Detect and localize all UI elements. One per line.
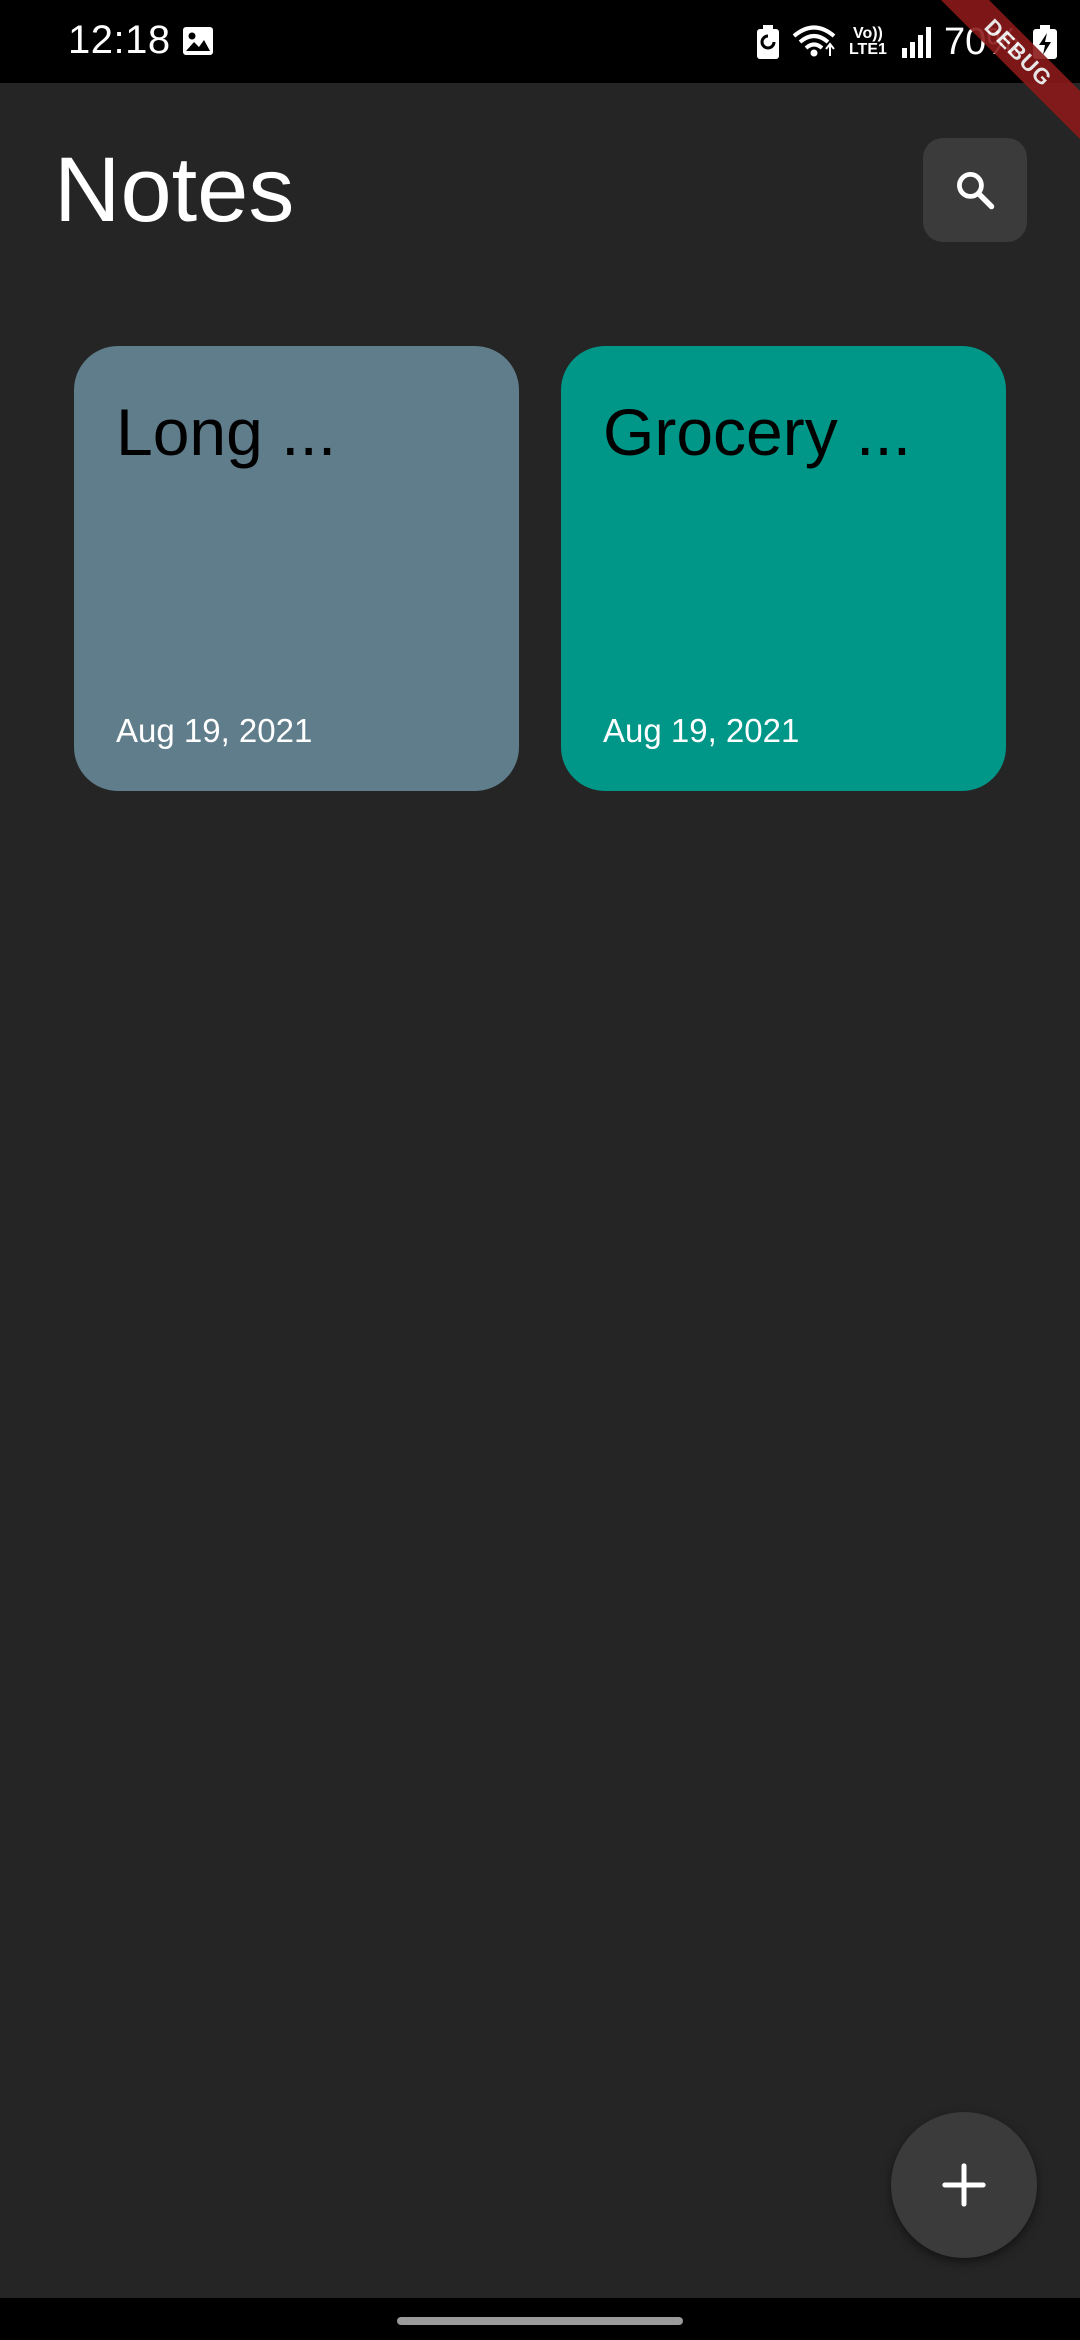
battery-charging-icon [1033, 25, 1057, 59]
add-note-button[interactable] [891, 2112, 1037, 2258]
battery-saver-icon [756, 25, 779, 59]
search-button[interactable] [923, 138, 1027, 242]
battery-percentage: 70% [943, 20, 1020, 63]
search-icon [957, 172, 995, 210]
status-time: 12:18 [68, 18, 171, 62]
note-card[interactable]: Long ... Aug 19, 2021 [74, 346, 519, 791]
image-notification-icon [183, 27, 213, 55]
add-icon [942, 2163, 986, 2207]
note-date: Aug 19, 2021 [603, 712, 800, 749]
status-right-group: Vo)) LTE1 70% [754, 18, 1060, 66]
note-card[interactable]: Grocery ... Aug 19, 2021 [561, 346, 1006, 791]
note-title: Long ... [116, 395, 337, 469]
home-gesture-handle[interactable] [397, 2317, 683, 2325]
status-bar: 12:18 Vo)) LTE1 70% [0, 0, 1080, 83]
wifi-icon [792, 25, 836, 57]
note-date: Aug 19, 2021 [116, 712, 313, 749]
page-title: Notes [54, 139, 295, 241]
navigation-bar [0, 2298, 1080, 2340]
volte-line2: LTE1 [848, 41, 887, 58]
volte-line1: Vo)) [852, 25, 883, 42]
notes-screen: 12:18 Vo)) LTE1 70% DEBUG Notes Long ...… [0, 0, 1080, 2340]
note-title: Grocery ... [603, 395, 912, 469]
volte-indicator: Vo)) LTE1 [846, 26, 890, 58]
signal-icon [901, 27, 931, 58]
